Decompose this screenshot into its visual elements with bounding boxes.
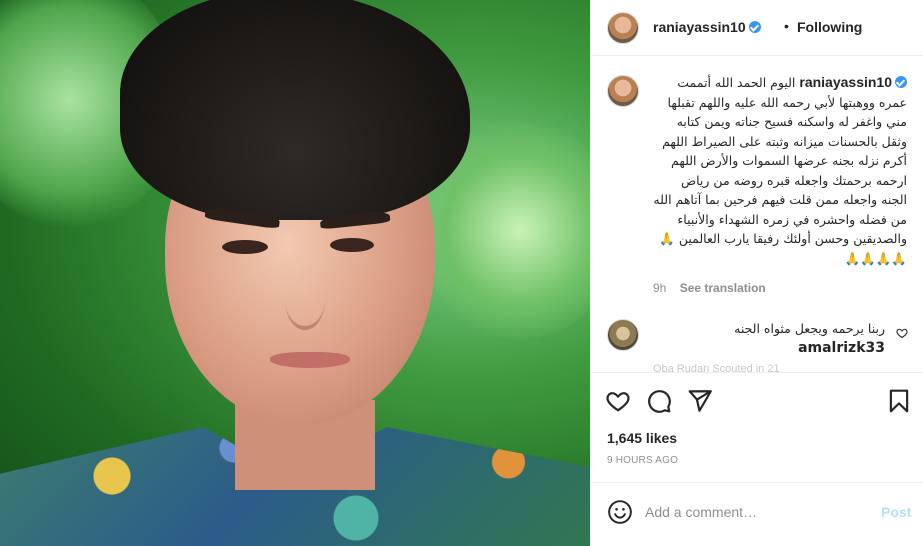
comment-like-heart-icon[interactable] bbox=[896, 327, 908, 339]
post-actions bbox=[591, 372, 923, 427]
nose bbox=[285, 270, 325, 330]
caption-text: اليوم الحمد الله أتممت عمره ووهبتها لأبي… bbox=[653, 75, 907, 266]
post-header: raniayassin10 • Following bbox=[591, 0, 923, 56]
following-button[interactable]: Following bbox=[797, 19, 862, 35]
caption-meta: 9h See translation bbox=[653, 281, 766, 295]
caption-author-avatar[interactable] bbox=[607, 75, 639, 107]
add-comment-bar: Post bbox=[591, 482, 923, 546]
commenter-username[interactable]: amalrizk33 bbox=[798, 340, 885, 356]
hair bbox=[120, 0, 470, 220]
comment-body: ربنا يرحمه ويجعل مثواه الجنه amalrizk33 bbox=[653, 319, 885, 358]
author-username-text[interactable]: raniayassin10 bbox=[653, 19, 746, 35]
see-translation-link[interactable]: See translation bbox=[680, 281, 766, 295]
author-username[interactable]: raniayassin10 bbox=[653, 19, 761, 35]
post-timestamp[interactable]: 9 HOURS AGO bbox=[607, 455, 678, 466]
verified-badge-icon bbox=[895, 76, 907, 88]
likes-count[interactable]: 1,645 likes bbox=[607, 430, 677, 446]
comment-icon[interactable] bbox=[646, 388, 672, 414]
verified-badge-icon bbox=[748, 21, 761, 33]
post-caption: raniayassin10 اليوم الحمد الله أتممت عمر… bbox=[653, 73, 907, 268]
paper-plane-icon[interactable] bbox=[687, 388, 713, 414]
comment-text: ربنا يرحمه ويجعل مثواه الجنه bbox=[734, 321, 885, 336]
comment-input[interactable] bbox=[645, 501, 875, 523]
smiley-icon[interactable] bbox=[607, 499, 633, 525]
eye bbox=[222, 240, 268, 254]
post-side-panel: raniayassin10 • Following raniayassin10 … bbox=[590, 0, 923, 546]
post-comment-button[interactable]: Post bbox=[881, 504, 911, 520]
comment-faded-line: Oba Rudan Scouted in 21 bbox=[653, 363, 780, 372]
commenter-avatar[interactable] bbox=[607, 319, 639, 351]
separator-dot: • bbox=[784, 18, 789, 34]
bookmark-icon[interactable] bbox=[886, 388, 912, 414]
post-image[interactable] bbox=[0, 0, 590, 546]
author-avatar[interactable] bbox=[607, 12, 639, 44]
eye bbox=[330, 238, 374, 252]
caption-username[interactable]: raniayassin10 bbox=[799, 74, 907, 90]
caption-username-text[interactable]: raniayassin10 bbox=[799, 74, 892, 90]
comments-section[interactable]: raniayassin10 اليوم الحمد الله أتممت عمر… bbox=[591, 57, 923, 372]
heart-icon[interactable] bbox=[605, 388, 631, 414]
caption-time: 9h bbox=[653, 281, 667, 295]
mouth bbox=[270, 352, 350, 368]
